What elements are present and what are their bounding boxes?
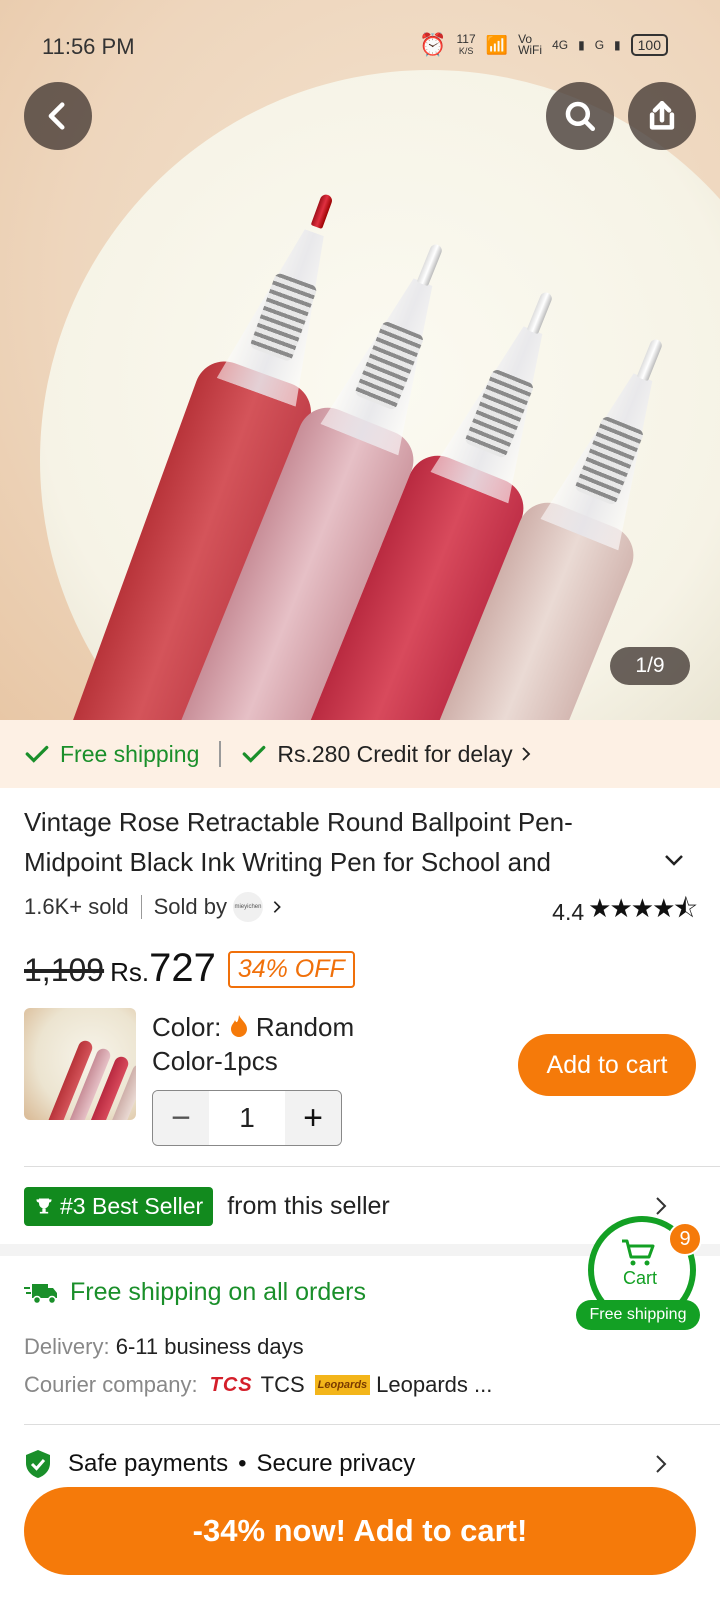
alarm-icon: ⏰	[419, 32, 447, 57]
increase-button[interactable]: +	[285, 1091, 341, 1145]
seller-logo[interactable]: mieyichen	[232, 892, 263, 922]
courier-leopards: Leopards ...	[376, 1372, 493, 1397]
flame-icon	[230, 1015, 247, 1037]
speed-value: 117	[456, 31, 476, 46]
share-icon	[649, 100, 675, 130]
sold-by-label: Sold by	[153, 894, 227, 919]
delivery-info: Delivery: 6-11 business days	[24, 1334, 304, 1360]
price-row: 1,109 Rs. 727 34% OFF	[24, 946, 355, 992]
check-icon	[25, 745, 49, 763]
image-counter: 1/9	[610, 647, 690, 685]
current-price: 727	[149, 946, 216, 990]
shield-check-icon	[26, 1450, 50, 1478]
tcs-logo: TCS	[209, 1373, 253, 1396]
courier-info: Courier company: TCS TCS Leopards Leopar…	[24, 1372, 492, 1398]
quantity-value[interactable]: 1	[209, 1091, 285, 1145]
battery-icon: 100	[630, 34, 668, 56]
divider	[24, 1166, 720, 1167]
original-price: 1,109	[24, 952, 105, 988]
variant-thumbnail[interactable]	[24, 1008, 136, 1120]
cart-count-badge: 9	[668, 1222, 702, 1256]
delivery-value: 6-11 business days	[115, 1334, 304, 1359]
bullet: •	[238, 1450, 247, 1477]
credit-for-delay-label: Rs.280 Credit for delay	[277, 740, 513, 767]
color-label: Color:	[152, 1012, 222, 1042]
variant-selector[interactable]: Color: Random Color-1pcs	[152, 1010, 412, 1078]
speed-indicator: 117 K/S	[456, 31, 476, 57]
product-meta: 1.6K+ sold Sold by mieyichen	[24, 892, 285, 922]
signal-icon: ▮	[614, 38, 621, 52]
chevron-right-icon	[656, 1197, 667, 1215]
divider	[219, 741, 222, 767]
best-seller-badge: #3 Best Seller	[24, 1186, 214, 1226]
signal-icon: ▮	[578, 38, 585, 52]
discount-badge: 34% OFF	[227, 951, 355, 988]
wifi-icon: 📶	[485, 34, 509, 55]
chevron-right-icon	[521, 747, 530, 761]
search-icon	[565, 101, 596, 132]
check-icon	[242, 745, 266, 763]
floating-cart-button[interactable]: Cart 9 Free shipping	[576, 1216, 702, 1332]
chevron-right-icon[interactable]	[269, 896, 285, 918]
courier-tcs: TCS	[260, 1372, 305, 1397]
free-shipping-label: Free shipping	[60, 740, 200, 767]
best-seller-text: #3 Best Seller	[60, 1192, 204, 1219]
back-button[interactable]	[24, 82, 92, 150]
rating-stars: ★★★★⯪	[588, 893, 698, 923]
safe-payments-row[interactable]: Safe payments • Secure privacy	[24, 1448, 696, 1480]
color-value: Random	[255, 1012, 355, 1042]
trophy-icon	[36, 1198, 52, 1214]
chevron-right-icon	[656, 1455, 667, 1473]
color-value-line2: Color-1pcs	[152, 1046, 278, 1076]
divider	[140, 895, 142, 919]
status-bar: 11:56 PM ⏰ 117 K/S 📶 Vo WiFi 4G ▮ G ▮ 10…	[0, 0, 720, 92]
status-icons: ⏰ 117 K/S 📶 Vo WiFi 4G ▮ G ▮ 100	[419, 32, 668, 58]
decrease-button[interactable]: −	[153, 1091, 209, 1145]
share-button[interactable]	[628, 82, 696, 150]
safe-payments-text: Safe payments	[68, 1450, 229, 1477]
vowifi-label: Vo WiFi	[518, 32, 543, 57]
free-shipping-title: Free shipping on all orders	[70, 1278, 366, 1306]
rating-value: 4.4	[552, 898, 585, 925]
divider	[24, 1424, 720, 1425]
speed-unit: K/S	[458, 45, 474, 56]
cart-free-shipping-label: Free shipping	[576, 1300, 700, 1330]
rating[interactable]: 4.4 ★★★★⯪	[552, 890, 698, 934]
add-to-cart-cta-button[interactable]: -34% now! Add to cart!	[24, 1487, 696, 1575]
sold-count: 1.6K+ sold	[24, 894, 129, 919]
expand-title-icon[interactable]	[662, 848, 686, 872]
leopards-logo: Leopards	[314, 1375, 371, 1395]
secure-privacy-text: Secure privacy	[256, 1450, 416, 1477]
status-time: 11:56 PM	[42, 34, 135, 59]
currency: Rs.	[110, 957, 150, 987]
truck-icon	[24, 1283, 57, 1304]
network-g: G	[594, 38, 605, 52]
courier-label: Courier company:	[24, 1372, 198, 1397]
add-to-cart-button[interactable]: Add to cart	[518, 1034, 696, 1096]
shipping-strip[interactable]: Free shipping Rs.280 Credit for delay	[0, 720, 720, 788]
network-4g: 4G	[552, 38, 569, 52]
cart-icon	[622, 1239, 655, 1266]
cart-label: Cart	[622, 1268, 657, 1288]
product-title: Vintage Rose Retractable Round Ballpoint…	[24, 807, 573, 877]
delivery-label: Delivery:	[24, 1334, 110, 1359]
free-shipping-section[interactable]: Free shipping on all orders	[24, 1278, 366, 1307]
product-image[interactable]: 11:56 PM ⏰ 117 K/S 📶 Vo WiFi 4G ▮ G ▮ 10…	[0, 0, 720, 720]
search-button[interactable]	[546, 82, 614, 150]
from-seller-text: from this seller	[227, 1191, 390, 1220]
back-icon	[48, 102, 65, 130]
quantity-stepper: − 1 +	[152, 1090, 342, 1146]
